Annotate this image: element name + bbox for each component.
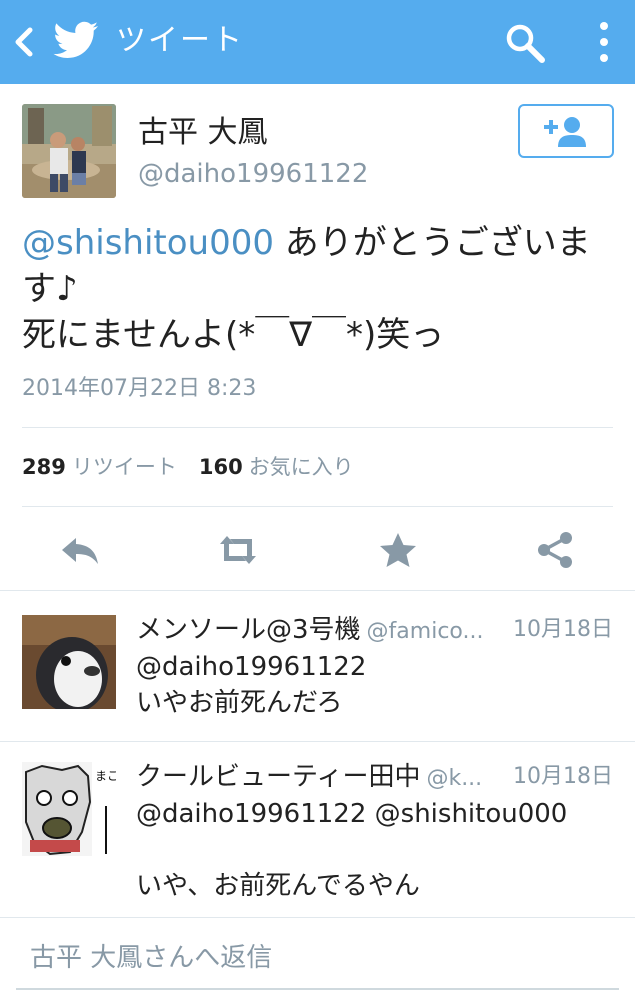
follow-button[interactable] [518, 104, 614, 158]
favorite-label[interactable]: お気に入り [249, 455, 354, 479]
reply-author[interactable]: メンソール@3号機 @famico... [136, 613, 483, 649]
reply-avatar[interactable]: まこ [22, 762, 116, 856]
reply-compose-field[interactable]: 古平 大鳳さんへ返信 [16, 928, 619, 990]
reply-text-line-1: @daiho19961122 [136, 652, 367, 682]
author-handle: @daiho19961122 [138, 159, 369, 189]
tweet-author: 古平 大鳳 @daiho19961122 [0, 84, 635, 204]
divider [22, 427, 613, 428]
retweet-count[interactable]: 289 [22, 455, 66, 479]
reply-author-name: クールビューティー田中 [136, 762, 421, 792]
reply-item[interactable]: まこ クールビューティー田中 @k... 10月18日 @daiho1996112… [0, 742, 635, 918]
reply-text-line-1: @daiho19961122 @shishitou000 [136, 799, 568, 829]
favorite-star-icon[interactable] [376, 530, 420, 570]
divider [22, 506, 613, 507]
reply-text-line-2: いや、お前死んでるやん [136, 871, 420, 901]
top-app-bar: ツイート [0, 0, 635, 84]
back-chevron-icon[interactable] [10, 22, 36, 62]
mention-link[interactable]: @shishitou000 [22, 223, 274, 263]
reply-author-handle: @famico... [366, 619, 484, 644]
share-icon[interactable] [534, 530, 578, 570]
reply-author-handle: @k... [426, 766, 483, 791]
reply-compose-placeholder: 古平 大鳳さんへ返信 [30, 943, 273, 973]
search-icon[interactable] [504, 22, 546, 64]
reply-avatar[interactable] [22, 615, 116, 709]
reply-author[interactable]: クールビューティー田中 @k... [136, 760, 482, 796]
reply-author-name: メンソール@3号機 [136, 615, 361, 645]
tweet-text-line-3: 死にませんよ(*￣∇￣*)笑っ [22, 315, 445, 355]
tweet-text-line-1-rest: ありがとうございま [274, 223, 591, 263]
favorite-count[interactable]: 160 [199, 455, 243, 479]
reply-item[interactable]: メンソール@3号機 @famico... 10月18日 @daiho1996112… [0, 591, 635, 741]
tweet-timestamp: 2014年07月22日 8:23 [22, 376, 257, 401]
reply-icon[interactable] [58, 530, 102, 570]
twitter-bird-icon[interactable] [52, 20, 100, 62]
reply-time: 10月18日 [505, 760, 613, 794]
reply-text-line-2: いやお前死んだろ [136, 688, 343, 718]
reply-time: 10月18日 [505, 613, 613, 647]
avatar-text: まこ [95, 769, 116, 783]
tweet-stats: 289 リツイート 160 お気に入り [22, 452, 354, 482]
page-title: ツイート [116, 23, 244, 58]
retweet-label[interactable]: リツイート [72, 455, 177, 479]
author-avatar[interactable] [22, 104, 116, 198]
tweet-text-line-1: @shishitou000 ありがとうございま [22, 220, 617, 266]
divider [0, 917, 635, 918]
tweet-body: @shishitou000 ありがとうございま す♪ 死にませんよ(*￣∇￣*)… [22, 220, 617, 358]
tweet-text-line-2: す♪ [22, 269, 78, 309]
retweet-icon[interactable] [216, 530, 260, 570]
more-options-icon[interactable] [593, 18, 615, 66]
add-user-icon [544, 117, 586, 147]
author-name[interactable]: 古平 大鳳 [138, 114, 268, 152]
